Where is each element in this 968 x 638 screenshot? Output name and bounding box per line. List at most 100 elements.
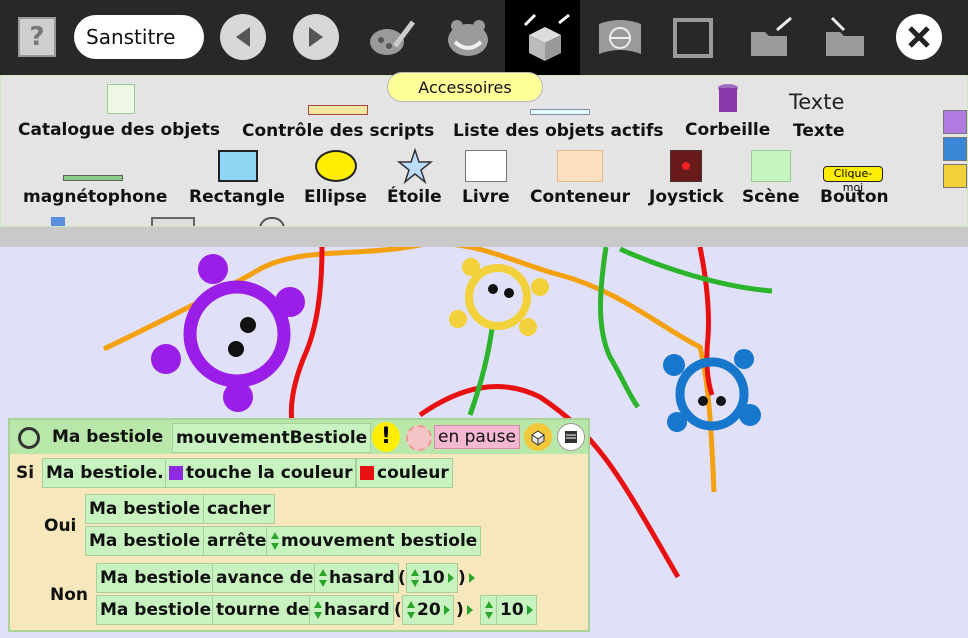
tile-menu-icon[interactable] — [524, 423, 552, 451]
blue-sprite-thumbnail[interactable] — [943, 137, 967, 161]
hide-command-tile[interactable]: cacher — [203, 494, 275, 524]
clock-icon[interactable] — [406, 425, 432, 451]
green-trail — [598, 247, 641, 409]
star-icon[interactable] — [397, 148, 433, 184]
project-title-field[interactable]: Sanstitre — [74, 15, 204, 59]
supply-button[interactable]: Bouton — [820, 187, 889, 207]
previous-page-button[interactable] — [220, 14, 266, 60]
forward-command-tile[interactable]: avance de — [212, 563, 318, 593]
expand-arrow-icon[interactable] — [526, 605, 533, 615]
collapse-script-icon[interactable] — [18, 427, 40, 449]
close-icon — [908, 26, 930, 48]
random-label: hasard — [324, 600, 390, 620]
next-page-button[interactable] — [293, 14, 339, 60]
purple-sprite-thumbnail[interactable] — [943, 110, 967, 134]
green-trail — [618, 247, 773, 294]
stop-command-tile[interactable]: arrête — [203, 526, 271, 556]
stepper-arrows-icon[interactable] — [318, 569, 327, 587]
color-tile[interactable]: couleur — [356, 458, 453, 488]
script-name-field[interactable]: mouvementBestiole — [172, 423, 372, 453]
supply-scene[interactable]: Scène — [742, 187, 799, 207]
touches-color-tile[interactable]: touche la couleur — [165, 458, 357, 488]
supply-recorder[interactable]: magnétophone — [23, 187, 167, 207]
stepper-arrows-icon[interactable] — [484, 601, 493, 619]
supply-script-control[interactable]: Contrôle des scripts — [242, 121, 434, 141]
number-tile[interactable]: 20 — [402, 595, 454, 625]
condition-object-tile[interactable]: Ma bestiole. — [42, 458, 168, 488]
no-label: Non — [50, 585, 89, 605]
scene-icon[interactable] — [751, 150, 791, 182]
expand-arrow-icon[interactable] — [447, 573, 454, 583]
stepper-arrows-icon[interactable] — [270, 532, 279, 550]
button-icon[interactable]: Clique-moi — [823, 166, 883, 194]
expand-arrow-icon[interactable] — [466, 605, 473, 615]
paint-button[interactable] — [362, 0, 422, 75]
navigator-button[interactable] — [590, 0, 650, 75]
red-trail — [288, 247, 325, 423]
script-control-icon[interactable] — [308, 105, 368, 115]
color-swatch-red[interactable] — [360, 466, 374, 480]
color-swatch-purple[interactable] — [169, 466, 183, 480]
yes-label: Oui — [44, 516, 77, 536]
expand-arrow-icon[interactable] — [443, 605, 450, 615]
supplies-button[interactable] — [505, 0, 580, 75]
supply-catalog[interactable]: Catalogue des objets — [18, 120, 220, 140]
supply-joystick[interactable]: Joystick — [649, 187, 724, 207]
quit-button[interactable] — [896, 14, 942, 60]
supplies-flap-tab[interactable] — [0, 227, 968, 247]
next-arrow-icon — [309, 27, 323, 47]
supply-star[interactable]: Étoile — [387, 187, 442, 207]
catalog-icon[interactable] — [107, 84, 135, 114]
partial-supply-icon[interactable] — [259, 217, 285, 226]
turn-command-tile[interactable]: tourne de — [212, 595, 314, 625]
supply-text[interactable]: Texte — [793, 121, 845, 141]
random-function-tile[interactable]: hasard — [309, 595, 394, 625]
globe-flag-icon — [599, 19, 641, 54]
random-label: hasard — [329, 568, 395, 588]
partial-supply-icon[interactable] — [151, 217, 195, 226]
fullscreen-button[interactable] — [665, 0, 720, 75]
script-editor[interactable]: Ma bestiole mouvementBestiole ! en pause… — [8, 418, 590, 632]
status-toggle[interactable]: en pause — [434, 425, 520, 449]
random-function-tile[interactable]: hasard — [314, 563, 399, 593]
yes-row-1-object[interactable]: Ma bestiole — [85, 494, 205, 524]
active-objects-list-icon[interactable] — [530, 109, 590, 115]
stepper-arrows-icon[interactable] — [406, 601, 415, 619]
help-button[interactable]: ? — [18, 17, 56, 57]
open-project-button[interactable] — [742, 0, 802, 75]
supply-trash[interactable]: Corbeille — [685, 120, 770, 140]
stop-target-tile[interactable]: mouvement bestiole — [266, 526, 482, 556]
yes-row-2-object[interactable]: Ma bestiole — [85, 526, 205, 556]
number-tile[interactable]: 10 — [496, 595, 537, 625]
paint-palette-icon — [370, 20, 415, 55]
no-row-1-object[interactable]: Ma bestiole — [96, 563, 216, 593]
expand-arrow-icon[interactable] — [468, 573, 475, 583]
save-project-button[interactable] — [815, 0, 875, 75]
no-row-2-object[interactable]: Ma bestiole — [96, 595, 216, 625]
help-icon: ? — [29, 22, 45, 52]
rectangle-icon[interactable] — [218, 150, 258, 182]
book-icon[interactable] — [465, 150, 507, 182]
stepper-arrows-icon[interactable] — [313, 601, 322, 619]
script-menu-icon[interactable] — [557, 423, 585, 451]
ellipse-icon[interactable] — [315, 150, 357, 182]
joystick-icon[interactable] — [670, 150, 702, 182]
stop-target-label: mouvement bestiole — [281, 531, 478, 551]
partial-supply-icon[interactable] — [51, 217, 65, 226]
supply-rectangle[interactable]: Rectangle — [189, 187, 285, 207]
trash-icon[interactable] — [714, 82, 742, 116]
yellow-sprite-thumbnail[interactable] — [943, 164, 967, 188]
supply-container[interactable]: Conteneur — [530, 187, 630, 207]
squeak-button[interactable] — [438, 0, 498, 75]
supply-book[interactable]: Livre — [462, 187, 510, 207]
number-value: 20 — [417, 600, 441, 620]
supply-active-objects[interactable]: Liste des objets actifs — [453, 121, 663, 141]
run-once-icon[interactable]: ! — [372, 422, 400, 452]
number-tile[interactable]: 10 — [406, 563, 458, 593]
green-trail — [467, 328, 495, 416]
text-icon[interactable]: Texte — [789, 90, 844, 114]
supply-ellipse[interactable]: Ellipse — [304, 187, 367, 207]
stepper-arrows-icon[interactable] — [410, 569, 419, 587]
recorder-icon[interactable] — [63, 175, 123, 181]
container-icon[interactable] — [557, 150, 603, 182]
